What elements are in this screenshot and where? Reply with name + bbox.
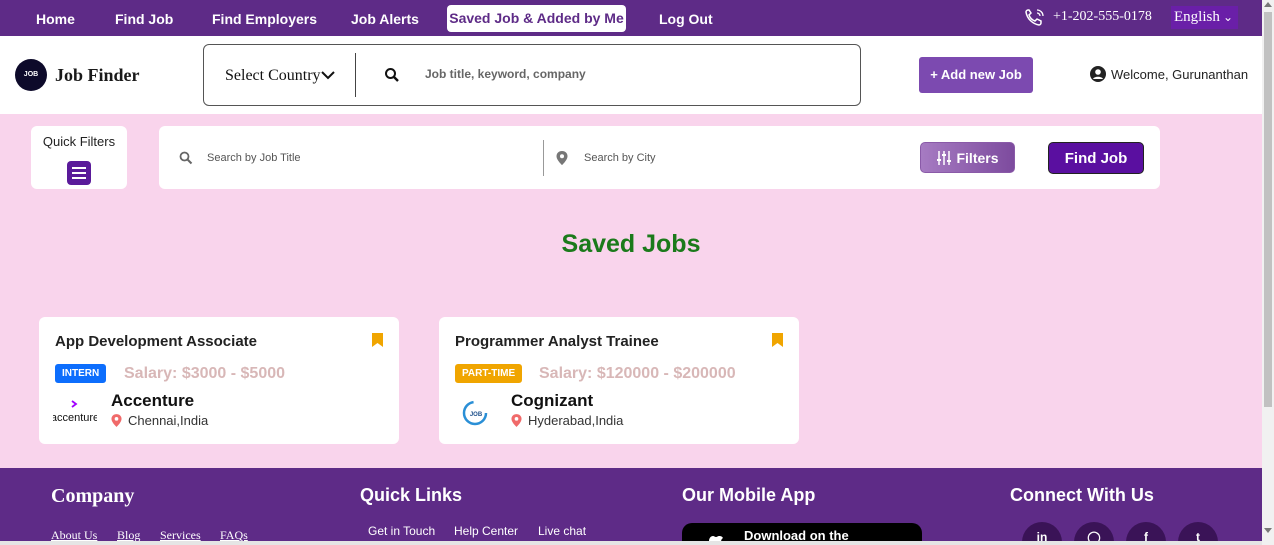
nav-find-job[interactable]: Find Job [115,11,173,27]
job-location: Hyderabad,India [511,413,623,428]
footer-company-heading: Company [51,485,135,507]
phone-number: +1-202-555-0178 [1053,9,1152,24]
phone-contact: +1-202-555-0178 [1024,7,1152,27]
nav-saved-jobs[interactable]: Saved Job & Added by Me [447,5,626,32]
filters-button[interactable]: Filters [920,142,1015,173]
job-title-search-input[interactable] [207,152,537,164]
company-logo-text: JOB [470,412,483,418]
company-name: Accenture [111,391,195,410]
footer-quick-links-heading: Quick Links [360,485,463,505]
job-title[interactable]: Programmer Analyst Trainee [455,333,659,350]
header: JOB Job Finder Select Country + Add new … [0,36,1262,114]
add-new-job-button[interactable]: + Add new Job [919,57,1033,93]
job-location: Chennai,India [111,413,208,428]
company-logo: accenture [53,397,97,429]
salary: Salary: $120000 - $200000 [539,365,736,382]
footer-app-heading: Our Mobile App [682,485,816,505]
job-type-badge: PART-TIME [455,364,523,383]
bookmark-icon[interactable] [372,333,383,347]
find-job-button[interactable]: Find Job [1048,142,1144,174]
footer-link-help-center[interactable]: Help Center [454,524,518,538]
footer-link-get-in-touch[interactable]: Get in Touch [368,524,435,538]
welcome-text: Welcome, Gurunanthan [1111,66,1249,82]
language-value: English [1174,9,1220,25]
search-icon [179,151,193,165]
sliders-icon [937,150,952,165]
brand-name[interactable]: Job Finder [55,65,140,86]
search-icon[interactable] [384,67,400,83]
footer-link-live-chat[interactable]: Live chat [538,524,586,538]
location-pin-icon [511,414,522,427]
footer-connect-heading: Connect With Us [1010,485,1154,505]
divider [355,53,356,97]
scroll-up-arrow-icon[interactable] [1264,2,1272,7]
user-icon [1090,66,1106,82]
page-title: Saved Jobs [561,230,701,258]
location-pin-icon [556,151,568,165]
chevron-down-icon[interactable] [320,69,336,81]
company-logo: JOB [453,397,497,429]
job-type-badge: INTERN [55,364,107,383]
bookmark-icon[interactable] [772,333,783,347]
filter-bar: Filters Find Job [159,126,1160,189]
quick-filters-label: Quick Filters [42,134,116,149]
nav-job-alerts[interactable]: Job Alerts [351,11,419,27]
filters-label: Filters [956,149,999,166]
location-pin-icon [111,414,122,427]
chevron-down-icon: ⌄ [1222,10,1233,24]
vertical-scrollbar[interactable] [1262,0,1274,545]
salary: Salary: $3000 - $5000 [124,365,286,382]
logo[interactable]: JOB [15,59,47,91]
quick-filters-card: Quick Filters [31,126,127,189]
menu-icon[interactable] [67,161,91,185]
keyword-search-input[interactable] [425,67,845,81]
top-nav: Home Find Job Find Employers Job Alerts … [0,0,1262,36]
job-card[interactable]: Programmer Analyst Trainee PART-TIME Sal… [439,317,799,444]
company-logo-text: accenture [53,412,97,424]
user-welcome[interactable]: Welcome, Gurunanthan [1090,66,1248,82]
phone-icon [1025,9,1044,26]
location-text: Hyderabad,India [528,413,624,428]
horizontal-scrollbar[interactable] [0,541,1262,545]
language-select[interactable]: English ⌄ [1171,6,1238,29]
scrollbar-thumb[interactable] [1264,12,1272,407]
divider [543,140,544,176]
nav-logout[interactable]: Log Out [659,11,713,27]
footer: Company About Us Blog Services FAQs Quic… [0,468,1262,545]
city-search-input[interactable] [584,152,884,164]
nav-home[interactable]: Home [36,11,75,27]
job-title[interactable]: App Development Associate [55,333,257,350]
scroll-down-arrow-icon[interactable] [1264,528,1272,533]
nav-find-employers[interactable]: Find Employers [212,11,317,27]
country-select[interactable]: Select Country [225,67,321,85]
location-text: Chennai,India [128,413,209,428]
global-search: Select Country [203,44,861,106]
company-name: Cognizant [511,391,594,410]
job-card[interactable]: App Development Associate INTERN Salary:… [39,317,399,444]
